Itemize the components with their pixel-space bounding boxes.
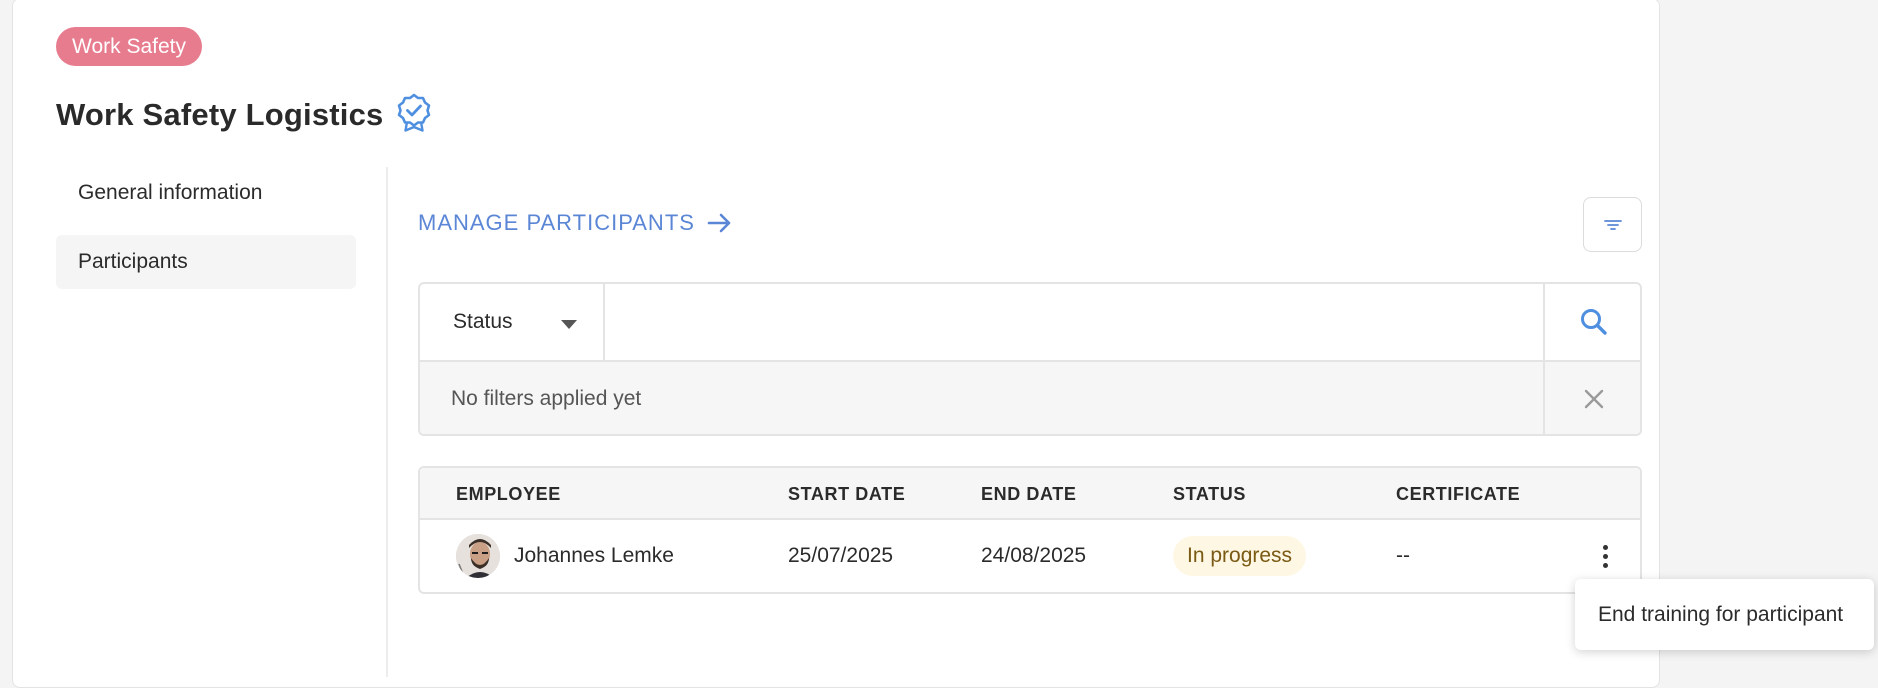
page-title: Work Safety Logistics xyxy=(56,97,384,132)
search-panel: Status No filters applied yet xyxy=(418,282,1642,436)
search-input[interactable] xyxy=(605,284,1551,360)
sidebar-item-participants[interactable]: Participants xyxy=(56,235,356,289)
table-header: EMPLOYEE START DATE END DATE STATUS CERT… xyxy=(420,468,1640,520)
more-actions-icon[interactable] xyxy=(1590,540,1620,572)
column-header-start-date: START DATE xyxy=(788,484,906,504)
verified-badge-icon xyxy=(397,93,431,132)
training-card: Work Safety Work Safety Logistics Genera… xyxy=(12,0,1660,688)
column-header-certificate: CERTIFICATE xyxy=(1396,484,1521,504)
participants-table: EMPLOYEE START DATE END DATE STATUS CERT… xyxy=(418,466,1642,594)
clear-filters-button[interactable] xyxy=(1543,362,1640,434)
table-row[interactable]: Johannes Lemke 25/07/2025 24/08/2025 In … xyxy=(420,520,1640,592)
avatar xyxy=(456,534,500,578)
sidebar-divider xyxy=(386,167,388,677)
search-icon xyxy=(1580,309,1607,335)
category-tag: Work Safety xyxy=(56,27,202,66)
sidebar-item-general-information[interactable]: General information xyxy=(56,166,356,220)
close-icon xyxy=(1584,389,1603,409)
context-menu-item-end-training[interactable]: End training for participant xyxy=(1575,579,1874,650)
start-date: 25/07/2025 xyxy=(788,544,894,567)
applied-filters-row: No filters applied yet xyxy=(420,360,1640,434)
column-header-status: STATUS xyxy=(1173,484,1246,504)
status-select-value: Status xyxy=(453,310,513,333)
status-badge: In progress xyxy=(1173,536,1307,576)
search-button[interactable] xyxy=(1543,284,1640,360)
certificate-value: -- xyxy=(1396,544,1410,567)
caret-down-icon xyxy=(561,320,577,329)
manage-participants-label: MANAGE PARTICIPANTS xyxy=(418,210,695,235)
end-date: 24/08/2025 xyxy=(981,544,1087,567)
no-filters-text: No filters applied yet xyxy=(451,387,642,410)
column-header-employee: EMPLOYEE xyxy=(456,484,561,504)
status-select[interactable]: Status xyxy=(420,284,605,360)
manage-participants-link[interactable]: MANAGE PARTICIPANTS xyxy=(418,206,733,240)
filter-icon xyxy=(1603,219,1622,230)
filter-button[interactable] xyxy=(1583,197,1642,252)
employee-name: Johannes Lemke xyxy=(514,544,674,567)
column-header-end-date: END DATE xyxy=(981,484,1077,504)
arrow-right-icon xyxy=(707,213,731,233)
